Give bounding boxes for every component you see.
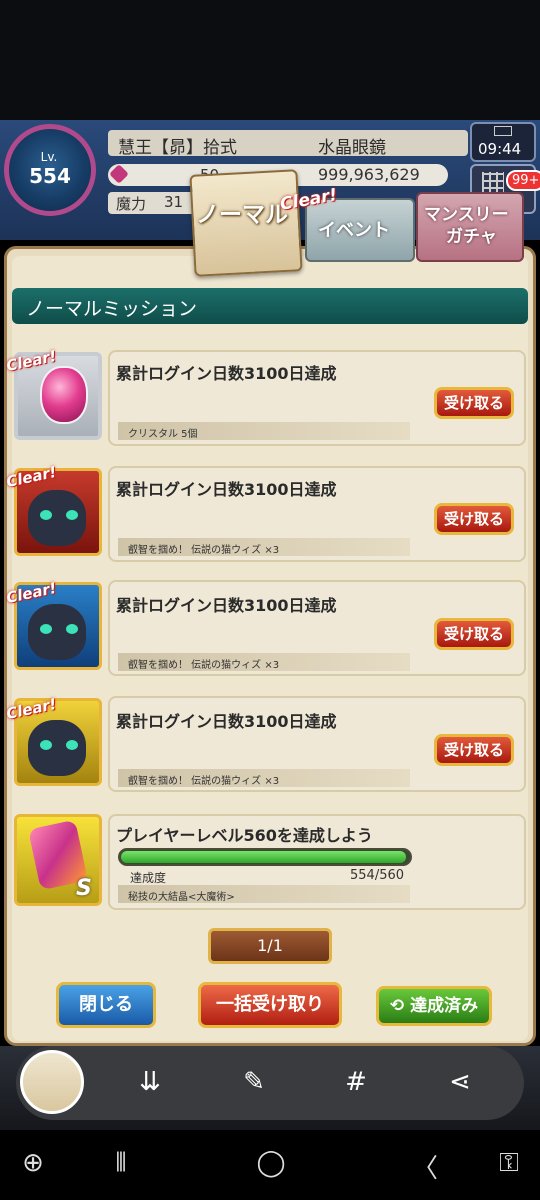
mission-title: 累計ログイン日数3100日達成 bbox=[116, 364, 337, 383]
recent-apps-icon[interactable]: ⦀ bbox=[106, 1148, 136, 1179]
receive-button[interactable]: 受け取る bbox=[434, 387, 514, 419]
claim-all-button[interactable]: 一括受け取り bbox=[198, 982, 342, 1028]
mission-reward: 叡智を掴め！ 伝説の猫ウィズ ×3 bbox=[128, 660, 280, 671]
progress-value: 554/560 bbox=[350, 868, 405, 883]
player-title: 慧王【昴】拾式 bbox=[118, 138, 237, 158]
assistant-icon[interactable]: ⚿ bbox=[494, 1148, 524, 1179]
cat-eye bbox=[66, 740, 78, 750]
cat-eye bbox=[40, 624, 52, 634]
progress-label: 達成度 bbox=[130, 871, 167, 885]
refresh-icon: ⟲ bbox=[389, 996, 405, 1016]
tab-event-label: イベント bbox=[318, 220, 390, 241]
cat-icon bbox=[28, 604, 86, 660]
top-bar bbox=[0, 0, 540, 120]
cat-eye bbox=[66, 510, 78, 520]
receive-button[interactable]: 受け取る bbox=[434, 734, 514, 766]
completed-label: 達成済み bbox=[410, 996, 479, 1016]
tab-normal-label: ノーマル bbox=[196, 202, 288, 228]
game-controller-icon[interactable]: ⊕ bbox=[18, 1148, 48, 1178]
cat-icon bbox=[28, 720, 86, 776]
crystal-count: 999,963,629 bbox=[318, 165, 420, 184]
gem-icon bbox=[40, 366, 88, 424]
screenshot-thumbnail[interactable] bbox=[20, 1050, 84, 1114]
cat-eye bbox=[40, 510, 52, 520]
rank-s-label: S bbox=[76, 876, 92, 901]
mission-reward: 叡智を掴め！ 伝説の猫ウィズ ×3 bbox=[128, 545, 280, 556]
close-button[interactable]: 閉じる bbox=[56, 982, 156, 1028]
edit-crop-icon[interactable]: ✎ bbox=[236, 1064, 272, 1100]
back-icon[interactable]: 〈 bbox=[410, 1148, 440, 1185]
mission-title: 累計ログイン日数3100日達成 bbox=[116, 480, 337, 499]
level-mission-title: プレイヤーレベル560を達成しよう bbox=[116, 826, 373, 845]
player-name: 水晶眼鏡 bbox=[318, 138, 386, 158]
home-icon[interactable]: ◯ bbox=[256, 1148, 286, 1178]
receive-button[interactable]: 受け取る bbox=[434, 618, 514, 650]
level-label: Lv. bbox=[40, 150, 58, 164]
tab-monthly-label-2: ガチャ bbox=[446, 227, 497, 247]
share-icon[interactable]: ⋖ bbox=[442, 1064, 478, 1100]
mana-label: 魔力 bbox=[116, 195, 147, 213]
cat-icon bbox=[28, 490, 86, 546]
completed-button[interactable]: ⟲ 達成済み bbox=[376, 986, 492, 1026]
level-mission-reward: 秘技の大結晶<大魔術> bbox=[128, 892, 235, 903]
cat-eye bbox=[66, 624, 78, 634]
mission-reward: クリスタル 5個 bbox=[128, 429, 198, 440]
mission-title: 累計ログイン日数3100日達成 bbox=[116, 596, 337, 615]
section-title: ノーマルミッション bbox=[26, 298, 198, 320]
cat-eye bbox=[40, 740, 52, 750]
notification-badge: 99+ bbox=[506, 170, 540, 191]
mana-value: 31 bbox=[164, 193, 184, 211]
receive-button[interactable]: 受け取る bbox=[434, 503, 514, 535]
battery-icon bbox=[494, 126, 512, 136]
mission-reward: 叡智を掴め！ 伝説の猫ウィズ ×3 bbox=[128, 776, 280, 787]
hashtag-icon[interactable]: # bbox=[338, 1064, 374, 1100]
clock-time: 09:44 bbox=[478, 140, 522, 158]
level-value: 554 bbox=[29, 164, 71, 188]
scroll-capture-icon[interactable]: ⇊ bbox=[132, 1064, 168, 1100]
mission-title: 累計ログイン日数3100日達成 bbox=[116, 712, 337, 731]
progress-fill bbox=[121, 851, 406, 863]
page-indicator: 1/1 bbox=[208, 928, 332, 964]
